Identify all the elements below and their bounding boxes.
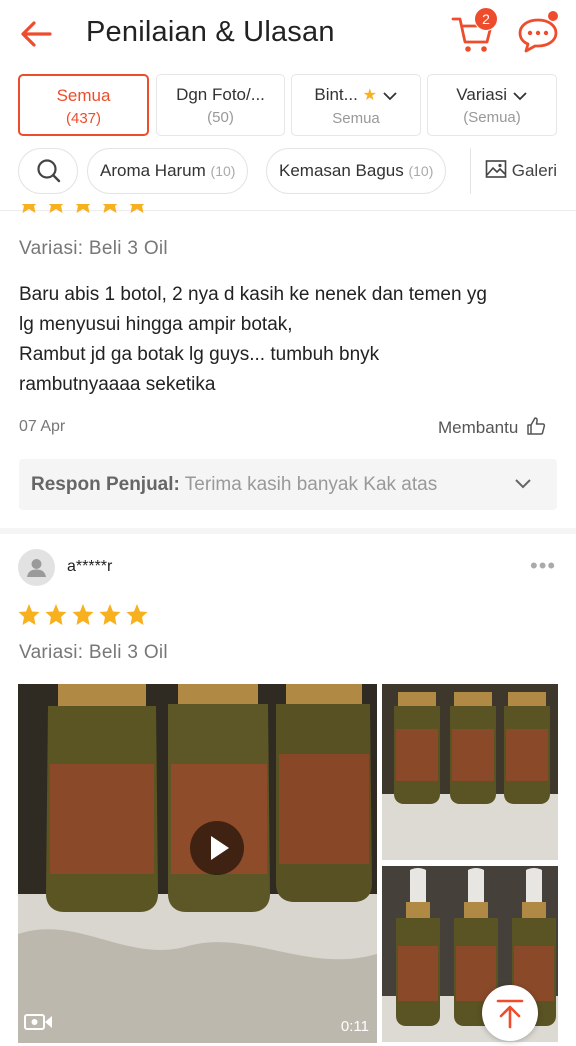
cart-count-badge: 2 xyxy=(474,7,498,31)
review-video-thumbnail[interactable]: 0:11 xyxy=(18,684,377,1043)
top-bar: Penilaian & Ulasan 2 xyxy=(0,0,576,66)
chat-notification-dot xyxy=(547,10,559,22)
rating-stars xyxy=(18,603,152,632)
tab-with-photo[interactable]: Dgn Foto/... (50) xyxy=(156,74,285,136)
tab-label: Dgn Foto/... xyxy=(176,85,265,104)
seller-response-text: Terima kasih banyak Kak atas xyxy=(184,474,438,495)
filter-tabs: Semua (437) Dgn Foto/... (50) Bint... ★ … xyxy=(0,74,576,138)
keyword-chip[interactable]: Aroma Harum (10) xyxy=(87,148,249,194)
review-variation: Variasi: Beli 3 Oil xyxy=(19,642,168,663)
tab-label: Semua xyxy=(56,86,111,105)
chip-label: Kemasan Bagus xyxy=(279,161,404,180)
tab-rating[interactable]: Bint... ★ Semua xyxy=(291,74,421,136)
chevron-down-icon xyxy=(383,91,397,100)
galeri-button[interactable]: Galeri xyxy=(470,148,557,194)
keyword-chips: Aroma Harum (10) Kemasan Bagus (10) Gale… xyxy=(0,148,576,198)
video-duration: 0:11 xyxy=(340,1018,369,1035)
thumbs-up-icon xyxy=(527,417,546,435)
review-text-line: lg menyusui hingga ampir botak, xyxy=(19,314,293,335)
tab-label: Variasi xyxy=(456,85,507,104)
chip-label: Aroma Harum xyxy=(100,161,206,180)
tab-variasi[interactable]: Variasi (Semua) xyxy=(427,74,557,136)
reviewer-name: a*****r xyxy=(67,558,113,575)
review-photo[interactable] xyxy=(382,684,558,860)
star-icon: ★ xyxy=(362,87,377,104)
tab-sub: (Semua) xyxy=(463,109,521,126)
section-divider xyxy=(0,528,576,534)
arrow-up-icon xyxy=(496,999,524,1029)
review-text: Baru abis 1 botol, 2 nya d kasih ke nene… xyxy=(19,280,559,400)
search-icon xyxy=(37,159,61,183)
tab-sub: Semua xyxy=(332,110,380,127)
review-text-line: Rambut jd ga botak lg guys... tumbuh bny… xyxy=(19,344,380,365)
page-title: Penilaian & Ulasan xyxy=(86,16,335,48)
helpful-button[interactable]: Membantu xyxy=(438,416,546,438)
tab-semua[interactable]: Semua (437) xyxy=(18,74,149,136)
search-chip[interactable] xyxy=(18,148,78,194)
chevron-down-icon xyxy=(515,479,531,489)
chevron-down-icon xyxy=(513,91,527,100)
back-arrow-icon[interactable] xyxy=(16,14,56,54)
review-date: 07 Apr xyxy=(19,418,66,435)
chip-count: (10) xyxy=(408,163,434,179)
seller-response[interactable]: Respon Penjual: Terima kasih banyak Kak … xyxy=(19,459,557,510)
scroll-to-top-button[interactable] xyxy=(482,985,538,1041)
image-icon xyxy=(485,160,507,178)
chip-count: (10) xyxy=(210,163,236,179)
seller-response-label: Respon Penjual: xyxy=(31,474,180,495)
tab-count: (437) xyxy=(65,110,102,127)
keyword-chip[interactable]: Kemasan Bagus (10) xyxy=(266,148,447,194)
tab-count: (50) xyxy=(207,109,234,126)
helpful-label: Membantu xyxy=(438,418,519,437)
review-text-line: Baru abis 1 botol, 2 nya d kasih ke nene… xyxy=(19,284,487,305)
tab-label: Bint... xyxy=(314,85,358,104)
avatar[interactable] xyxy=(18,549,55,586)
galeri-label: Galeri xyxy=(511,161,558,180)
play-icon[interactable] xyxy=(190,821,244,875)
review-variation: Variasi: Beli 3 Oil xyxy=(19,238,168,259)
review-text-line: rambutnyaaaa seketika xyxy=(19,374,216,395)
more-options-icon[interactable]: ••• xyxy=(530,553,556,579)
video-camera-icon xyxy=(24,1012,54,1037)
rating-stars xyxy=(18,204,152,218)
